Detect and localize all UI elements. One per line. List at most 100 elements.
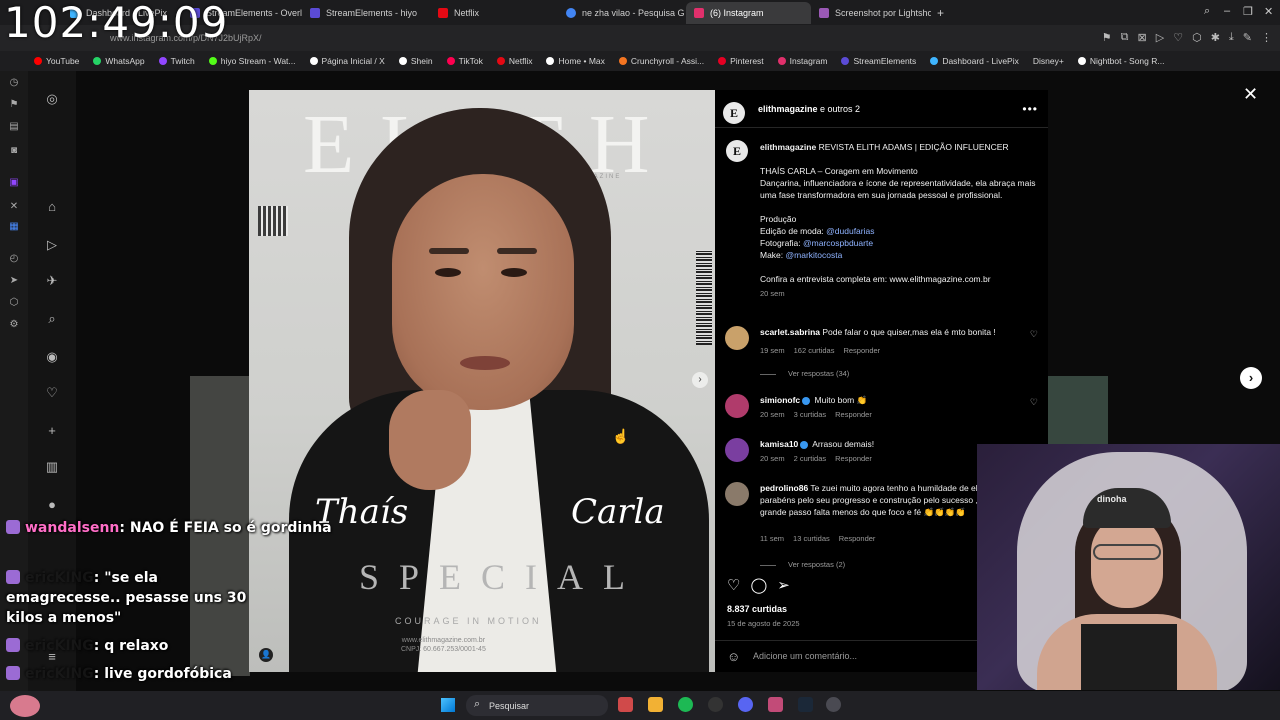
block-icon[interactable]: ⊠ — [1138, 31, 1147, 44]
maximize-icon[interactable]: ❐ — [1243, 5, 1253, 18]
spotify-icon[interactable] — [678, 697, 693, 712]
emoji-icon[interactable]: ☺ — [727, 649, 740, 664]
more-options-icon[interactable]: ••• — [1022, 102, 1038, 116]
bookmark-disney[interactable]: Disney+ — [1033, 56, 1064, 66]
messages-icon[interactable]: ✈ — [44, 273, 60, 289]
post-author[interactable]: elithmagazine e outros 2 — [758, 104, 860, 114]
caption-username[interactable]: elithmagazine — [760, 142, 816, 152]
avatar[interactable]: E — [723, 102, 745, 124]
avatar[interactable] — [725, 482, 749, 506]
view-replies-button[interactable]: Ver respostas (2) — [760, 560, 845, 569]
puzzle-icon[interactable]: ✱ — [1211, 31, 1220, 44]
wallet-icon[interactable]: ▤ — [8, 121, 20, 133]
app-icon[interactable] — [618, 697, 633, 712]
bookmark-tiktok[interactable]: TikTok — [446, 56, 483, 66]
menu-icon[interactable]: ⋮ — [1261, 31, 1272, 44]
reply-button[interactable]: Responder — [835, 454, 872, 463]
start-button-icon[interactable] — [441, 698, 455, 712]
avatar[interactable] — [725, 438, 749, 462]
tab-lightshot[interactable]: Screenshot por Lightshot — [811, 2, 931, 24]
send-icon[interactable]: ➤ — [8, 275, 20, 287]
close-modal-icon[interactable]: ✕ — [1243, 84, 1258, 105]
tab-netflix[interactable]: Netflix — [430, 2, 558, 24]
mention-link[interactable]: @markitocosta — [786, 250, 843, 260]
minimize-icon[interactable]: – — [1224, 5, 1230, 17]
obs-icon[interactable] — [708, 697, 723, 712]
mention-link[interactable]: @marcospbduarte — [803, 238, 873, 248]
avatar[interactable] — [725, 394, 749, 418]
caption-avatar[interactable]: E — [726, 140, 748, 162]
bookmark-streamelements[interactable]: StreamElements — [841, 56, 916, 66]
comment-input[interactable]: Adicione um comentário... — [753, 651, 857, 661]
bookmark-instagram[interactable]: Instagram — [777, 56, 827, 66]
messenger-icon[interactable]: ◙ — [8, 145, 20, 157]
ext-icon[interactable]: ⬡ — [1192, 31, 1202, 44]
twitch-icon[interactable]: ▣ — [8, 177, 20, 189]
instagram-logo-icon[interactable]: ◎ — [44, 91, 60, 107]
bookmark-nightbot[interactable]: Nightbot - Song R... — [1077, 56, 1164, 66]
browser-icon[interactable] — [768, 697, 783, 712]
search-tabs-icon[interactable]: ⌕ — [1204, 5, 1210, 18]
bookmark-icon[interactable]: ⚑ — [1102, 31, 1112, 44]
bookmark-youtube[interactable]: YouTube — [34, 56, 79, 66]
like-comment-icon[interactable]: ♡ — [1030, 397, 1038, 408]
next-post-arrow-icon[interactable]: › — [1240, 367, 1262, 389]
x-icon[interactable]: ✕ — [8, 201, 20, 213]
bookmark-whatsapp[interactable]: WhatsApp — [93, 56, 145, 66]
app-icon[interactable]: ▦ — [8, 221, 20, 233]
comment-icon[interactable]: ◯ — [750, 576, 767, 594]
close-window-icon[interactable]: ✕ — [1264, 5, 1273, 18]
reply-button[interactable]: Responder — [835, 410, 872, 419]
new-tab-button[interactable]: + — [937, 6, 944, 20]
reply-button[interactable]: Responder — [843, 346, 880, 355]
download-icon[interactable]: ⤓ — [1229, 31, 1234, 44]
widgets-icon[interactable] — [10, 695, 40, 717]
bookmark-crunchyroll[interactable]: Crunchyroll - Assi... — [618, 56, 704, 66]
dashboard-icon[interactable]: ▥ — [44, 459, 60, 475]
bookmark-pinterest[interactable]: Pinterest — [718, 56, 764, 66]
mention-link[interactable]: @dudufarias — [826, 226, 874, 236]
bookmark-max[interactable]: Home • Max — [546, 56, 605, 66]
explore-icon[interactable]: ◉ — [44, 349, 60, 365]
discord-icon[interactable] — [738, 697, 753, 712]
share-icon[interactable]: ➢ — [777, 576, 790, 594]
home-icon[interactable]: ⌂ — [44, 199, 60, 215]
bookmark-x[interactable]: Página Inicial / X — [309, 56, 385, 66]
carousel-next-icon[interactable]: › — [692, 372, 708, 388]
bookmark-livepix[interactable]: Dashboard - LivePix — [930, 56, 1019, 66]
view-replies-button[interactable]: Ver respostas (34) — [760, 369, 849, 378]
file-explorer-icon[interactable] — [648, 697, 663, 712]
tab-instagram[interactable]: (6) Instagram — [686, 1, 811, 24]
timer-icon[interactable]: ◴ — [8, 253, 20, 265]
bookmark-hiyo-stream[interactable]: hiyo Stream - Wat... — [208, 56, 296, 66]
user-tag-icon[interactable]: 👤 — [259, 648, 273, 662]
profile-icon[interactable]: ● — [44, 497, 60, 513]
search-icon[interactable]: ⌕ — [44, 311, 60, 327]
flag-icon[interactable]: ⚑ — [8, 99, 20, 111]
history-icon[interactable]: ◷ — [8, 77, 20, 89]
tab-streamelements-hiyo[interactable]: StreamElements - hiyo — [302, 2, 430, 24]
settings-icon[interactable]: ⚙ — [8, 319, 20, 331]
settings-icon[interactable] — [826, 697, 841, 712]
likes-count[interactable]: 8.837 curtidas — [727, 604, 787, 614]
bookmark-shein[interactable]: Shein — [398, 56, 433, 66]
bookmark-netflix[interactable]: Netflix — [496, 56, 532, 66]
reply-button[interactable]: Responder — [839, 534, 876, 543]
heart-icon[interactable]: ♡ — [1173, 31, 1183, 44]
taskbar-search[interactable]: ⌕ Pesquisar — [466, 695, 608, 716]
reels-icon[interactable]: ▷ — [44, 237, 60, 253]
avatar[interactable] — [725, 326, 749, 350]
screenshot-icon[interactable]: ⧉ — [1121, 31, 1129, 44]
cube-icon[interactable]: ⬡ — [8, 297, 20, 309]
like-comment-icon[interactable]: ♡ — [1030, 329, 1038, 340]
post-image[interactable]: ELITH ADAMS MAGAZINE Thaís Carla SPECIAL… — [249, 90, 715, 672]
notifications-icon[interactable]: ♡ — [44, 385, 60, 401]
tab-google-search[interactable]: ne zha vilao - Pesquisa G — [558, 2, 686, 24]
steam-icon[interactable] — [798, 697, 813, 712]
like-icon[interactable]: ♡ — [727, 576, 740, 594]
ai-icon[interactable]: ✎ — [1243, 31, 1252, 44]
bookmark-twitch[interactable]: Twitch — [158, 56, 195, 66]
play-icon[interactable]: ▷ — [1156, 31, 1164, 44]
next-post-preview[interactable] — [1048, 376, 1108, 446]
create-icon[interactable]: + — [44, 423, 60, 439]
